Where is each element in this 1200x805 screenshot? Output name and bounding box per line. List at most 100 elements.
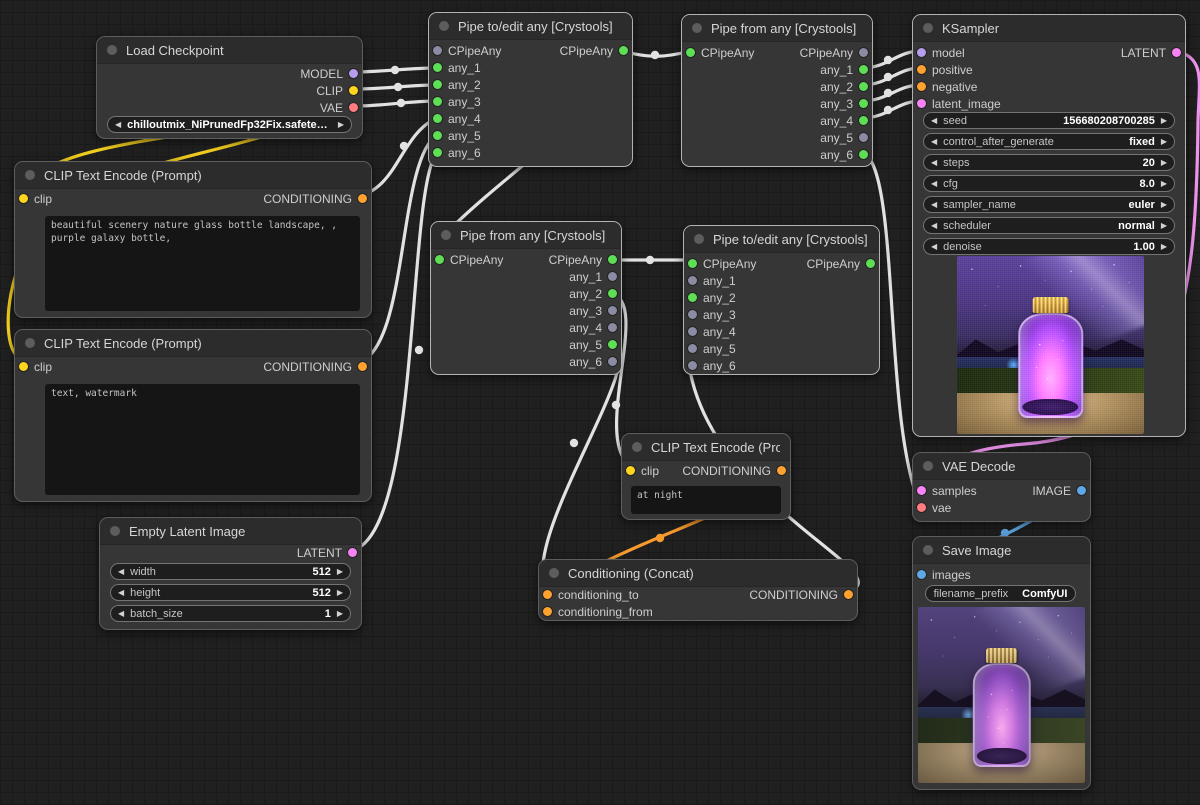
decrement-arrow-icon[interactable]: ◀ bbox=[931, 221, 937, 230]
slot-dot[interactable] bbox=[608, 255, 617, 264]
node-collapse-dot[interactable] bbox=[25, 338, 35, 348]
widget-scheduler[interactable]: ◀schedulernormal▶ bbox=[923, 217, 1175, 234]
node-titlebar[interactable]: KSampler bbox=[913, 15, 1185, 42]
output-slot-any_1[interactable]: any_1 bbox=[569, 268, 617, 285]
input-slot-any_6[interactable]: any_6 bbox=[433, 144, 481, 161]
decrement-arrow-icon[interactable]: ◀ bbox=[118, 588, 124, 597]
output-slot-cpipeany[interactable]: CPipeAny bbox=[549, 251, 617, 268]
node-collapse-dot[interactable] bbox=[441, 230, 451, 240]
node-titlebar[interactable]: Load Checkpoint bbox=[97, 37, 362, 64]
input-slot-cpipeany[interactable]: CPipeAny bbox=[435, 251, 503, 268]
slot-dot[interactable] bbox=[859, 65, 868, 74]
input-slot-clip[interactable]: clip bbox=[19, 190, 52, 207]
slot-dot[interactable] bbox=[688, 293, 697, 302]
node-collapse-dot[interactable] bbox=[25, 170, 35, 180]
slot-dot[interactable] bbox=[917, 503, 926, 512]
node-collapse-dot[interactable] bbox=[694, 234, 704, 244]
increment-arrow-icon[interactable]: ▶ bbox=[337, 588, 343, 597]
increment-arrow-icon[interactable]: ▶ bbox=[1161, 116, 1167, 125]
node-clip-text-encode-night[interactable]: CLIP Text Encode (Prompt) clip CONDITION… bbox=[621, 433, 791, 520]
slot-dot[interactable] bbox=[859, 99, 868, 108]
slot-dot[interactable] bbox=[859, 150, 868, 159]
node-clip-text-encode-positive[interactable]: CLIP Text Encode (Prompt) clip CONDITION… bbox=[14, 161, 372, 318]
input-slot-any_5[interactable]: any_5 bbox=[433, 127, 481, 144]
output-slot-any_5[interactable]: any_5 bbox=[569, 336, 617, 353]
input-slot-conditioning_to[interactable]: conditioning_to bbox=[543, 586, 639, 603]
input-slot-any_1[interactable]: any_1 bbox=[688, 272, 736, 289]
output-slot-any_4[interactable]: any_4 bbox=[569, 319, 617, 336]
input-slot-any_1[interactable]: any_1 bbox=[433, 59, 481, 76]
slot-dot[interactable] bbox=[608, 306, 617, 315]
slot-dot[interactable] bbox=[433, 97, 442, 106]
output-slot-clip[interactable]: CLIP bbox=[316, 82, 358, 99]
positive-prompt-textarea[interactable]: beautiful scenery nature glass bottle la… bbox=[45, 216, 360, 311]
node-collapse-dot[interactable] bbox=[923, 23, 933, 33]
node-titlebar[interactable]: CLIP Text Encode (Prompt) bbox=[15, 162, 371, 189]
decrement-arrow-icon[interactable]: ◀ bbox=[115, 120, 121, 129]
node-titlebar[interactable]: Empty Latent Image bbox=[100, 518, 361, 545]
slot-dot[interactable] bbox=[866, 259, 875, 268]
node-conditioning-concat[interactable]: Conditioning (Concat) conditioning_tocon… bbox=[538, 559, 858, 621]
input-slot-any_3[interactable]: any_3 bbox=[688, 306, 736, 323]
output-slot-conditioning[interactable]: CONDITIONING bbox=[263, 190, 367, 207]
input-slot-images[interactable]: images bbox=[917, 566, 971, 583]
slot-dot[interactable] bbox=[608, 323, 617, 332]
increment-arrow-icon[interactable]: ▶ bbox=[1161, 200, 1167, 209]
node-titlebar[interactable]: CLIP Text Encode (Prompt) bbox=[622, 434, 790, 461]
slot-dot[interactable] bbox=[686, 48, 695, 57]
widget-value[interactable]: ◀chilloutmix_NiPrunedFp32Fix.safetensors… bbox=[107, 116, 352, 133]
node-titlebar[interactable]: CLIP Text Encode (Prompt) bbox=[15, 330, 371, 357]
slot-dot[interactable] bbox=[917, 570, 926, 579]
input-slot-latent_image[interactable]: latent_image bbox=[917, 95, 1001, 112]
input-slot-clip[interactable]: clip bbox=[19, 358, 52, 375]
slot-dot[interactable] bbox=[543, 590, 552, 599]
input-slot-clip[interactable]: clip bbox=[626, 462, 659, 479]
slot-dot[interactable] bbox=[433, 46, 442, 55]
input-slot-any_2[interactable]: any_2 bbox=[688, 289, 736, 306]
decrement-arrow-icon[interactable]: ◀ bbox=[931, 179, 937, 188]
slot-dot[interactable] bbox=[1077, 486, 1086, 495]
slot-dot[interactable] bbox=[688, 310, 697, 319]
widget-seed[interactable]: ◀seed156680208700285▶ bbox=[923, 112, 1175, 129]
slot-dot[interactable] bbox=[688, 276, 697, 285]
slot-dot[interactable] bbox=[917, 65, 926, 74]
widget-sampler_name[interactable]: ◀sampler_nameeuler▶ bbox=[923, 196, 1175, 213]
slot-dot[interactable] bbox=[433, 148, 442, 157]
decrement-arrow-icon[interactable]: ◀ bbox=[931, 200, 937, 209]
output-slot-latent[interactable]: LATENT bbox=[297, 544, 357, 561]
widget-steps[interactable]: ◀steps20▶ bbox=[923, 154, 1175, 171]
node-vae-decode[interactable]: VAE Decode samplesvae IMAGE bbox=[912, 452, 1091, 522]
output-slot-conditioning[interactable]: CONDITIONING bbox=[263, 358, 367, 375]
output-slot-any_1[interactable]: any_1 bbox=[820, 61, 868, 78]
slot-dot[interactable] bbox=[608, 340, 617, 349]
increment-arrow-icon[interactable]: ▶ bbox=[337, 609, 343, 618]
input-slot-any_6[interactable]: any_6 bbox=[688, 357, 736, 374]
widget-control_after_generate[interactable]: ◀control_after_generatefixed▶ bbox=[923, 133, 1175, 150]
slot-dot[interactable] bbox=[688, 327, 697, 336]
slot-dot[interactable] bbox=[608, 272, 617, 281]
widget-filename_prefix[interactable]: filename_prefixComfyUI bbox=[925, 585, 1076, 602]
widget-denoise[interactable]: ◀denoise1.00▶ bbox=[923, 238, 1175, 255]
slot-dot[interactable] bbox=[626, 466, 635, 475]
slot-dot[interactable] bbox=[358, 194, 367, 203]
increment-arrow-icon[interactable]: ▶ bbox=[1161, 137, 1167, 146]
node-titlebar[interactable]: VAE Decode bbox=[913, 453, 1090, 480]
input-slot-cpipeany[interactable]: CPipeAny bbox=[688, 255, 756, 272]
slot-dot[interactable] bbox=[619, 46, 628, 55]
slot-dot[interactable] bbox=[608, 357, 617, 366]
node-collapse-dot[interactable] bbox=[439, 21, 449, 31]
output-slot-conditioning[interactable]: CONDITIONING bbox=[749, 586, 853, 603]
input-slot-any_4[interactable]: any_4 bbox=[688, 323, 736, 340]
node-collapse-dot[interactable] bbox=[632, 442, 642, 452]
slot-dot[interactable] bbox=[777, 466, 786, 475]
node-pipe-from-any-top[interactable]: Pipe from any [Crystools] CPipeAny CPipe… bbox=[681, 14, 873, 167]
decrement-arrow-icon[interactable]: ◀ bbox=[931, 137, 937, 146]
slot-dot[interactable] bbox=[844, 590, 853, 599]
increment-arrow-icon[interactable]: ▶ bbox=[338, 120, 344, 129]
slot-dot[interactable] bbox=[349, 69, 358, 78]
slot-dot[interactable] bbox=[859, 48, 868, 57]
output-slot-any_3[interactable]: any_3 bbox=[569, 302, 617, 319]
output-slot-any_2[interactable]: any_2 bbox=[569, 285, 617, 302]
output-slot-cpipeany[interactable]: CPipeAny bbox=[800, 44, 868, 61]
output-slot-model[interactable]: MODEL bbox=[300, 65, 358, 82]
